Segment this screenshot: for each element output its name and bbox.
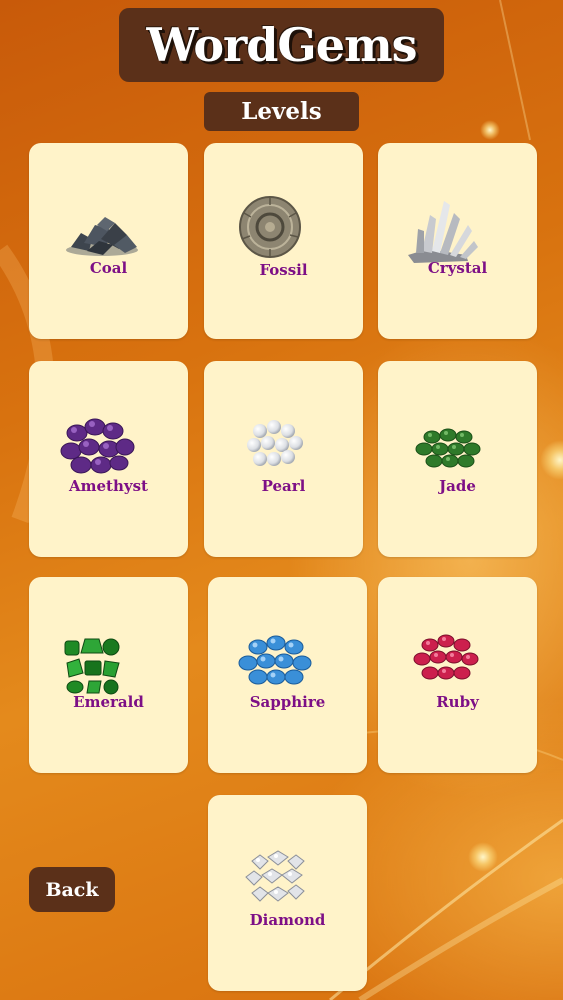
level-card-diamond[interactable]: Diamond xyxy=(208,795,367,991)
level-label-crystal: Crystal xyxy=(427,259,488,277)
back-button-label: Back xyxy=(45,878,99,901)
back-button[interactable]: Back xyxy=(29,867,115,912)
app-title: WordGems xyxy=(146,18,417,72)
level-card-amethyst[interactable]: Amethyst xyxy=(29,361,188,557)
level-label-coal: Coal xyxy=(89,259,128,277)
level-label-amethyst: Amethyst xyxy=(69,477,148,495)
level-label-jade: Jade xyxy=(439,477,476,495)
level-label-sapphire: Sapphire xyxy=(249,693,326,711)
level-label-ruby: Ruby xyxy=(436,693,479,711)
level-label-pearl: Pearl xyxy=(261,477,306,495)
amethyst-icon xyxy=(60,418,135,474)
level-card-pearl[interactable]: Pearl xyxy=(204,361,363,557)
level-card-jade[interactable]: Jade xyxy=(378,361,537,557)
background-glow xyxy=(480,120,500,140)
level-label-diamond: Diamond xyxy=(249,911,326,929)
level-card-ruby[interactable]: Ruby xyxy=(378,577,537,773)
coal-icon xyxy=(66,217,138,256)
diamond-icon xyxy=(245,850,305,902)
crystal-icon xyxy=(408,201,478,263)
level-card-emerald[interactable]: Emerald xyxy=(29,577,188,773)
app-title-banner: WordGems xyxy=(119,8,444,82)
levels-heading-banner: Levels xyxy=(204,92,359,131)
level-card-fossil[interactable]: Fossil xyxy=(204,143,363,339)
background-glow xyxy=(540,440,563,480)
level-card-coal[interactable]: Coal xyxy=(29,143,188,339)
level-label-fossil: Fossil xyxy=(259,261,308,279)
level-label-emerald: Emerald xyxy=(73,693,144,711)
fossil-icon xyxy=(239,196,301,258)
level-card-sapphire[interactable]: Sapphire xyxy=(208,577,367,773)
background-glow xyxy=(468,842,498,872)
level-card-crystal[interactable]: Crystal xyxy=(378,143,537,339)
levels-heading: Levels xyxy=(241,98,322,125)
